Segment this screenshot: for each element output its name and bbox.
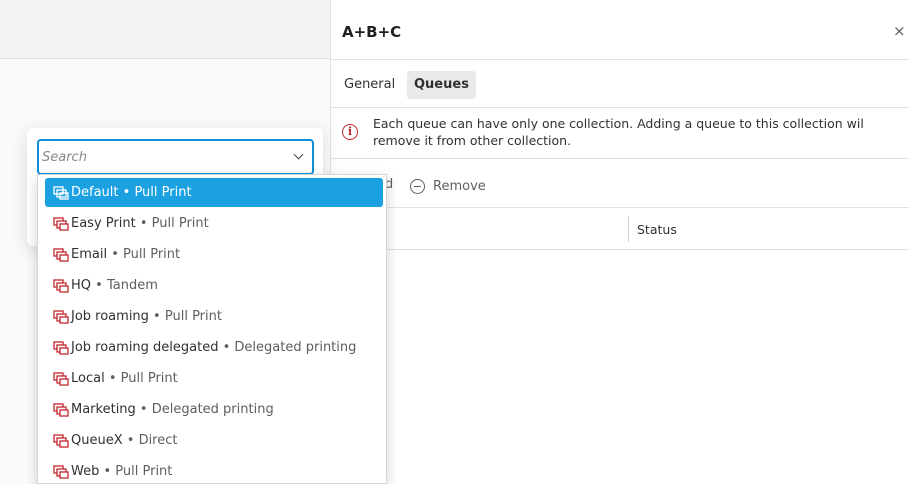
queue-option[interactable]: Local • Pull Print	[45, 364, 383, 393]
notice-text: Each queue can have only one collection.…	[373, 115, 909, 149]
minus-circle-icon	[410, 178, 425, 194]
search-input[interactable]	[42, 145, 282, 169]
column-header-status[interactable]: Status	[637, 222, 677, 237]
queue-separator: •	[104, 371, 121, 386]
queue-type: Pull Print	[151, 216, 209, 231]
queue-name: HQ	[71, 278, 92, 293]
queue-name: Job roaming delegated	[71, 340, 219, 355]
queue-option[interactable]: Job roaming • Pull Print	[45, 302, 383, 331]
queue-option[interactable]: QueueX • Direct	[45, 426, 383, 455]
queue-icon	[53, 402, 69, 417]
close-icon[interactable]: ×	[893, 22, 906, 40]
queue-icon	[53, 371, 69, 386]
queue-type: Pull Print	[164, 309, 222, 324]
queue-icon	[53, 433, 69, 448]
queue-separator: •	[122, 433, 139, 448]
queue-separator: •	[135, 216, 152, 231]
queue-name: QueueX	[71, 433, 123, 448]
queue-option[interactable]: Easy Print • Pull Print	[45, 209, 383, 238]
notice-line-2: remove it from other collection.	[373, 133, 572, 148]
queue-name: Email	[71, 247, 108, 262]
queue-name: Default	[71, 185, 119, 200]
panel-title: A+B+C	[342, 23, 402, 41]
queue-option[interactable]: Marketing • Delegated printing	[45, 395, 383, 424]
queue-type: Pull Print	[134, 185, 192, 200]
remove-button[interactable]: Remove	[410, 176, 486, 196]
queue-type: Pull Print	[115, 464, 173, 479]
queue-type: Pull Print	[120, 371, 178, 386]
queue-name: Job roaming	[71, 309, 149, 324]
queue-name: Local	[71, 371, 105, 386]
toolbar-divider	[331, 207, 909, 208]
queue-name: Marketing	[71, 402, 136, 417]
queue-option[interactable]: Web • Pull Print	[45, 457, 383, 484]
queue-separator: •	[148, 309, 165, 324]
queue-type: Pull Print	[123, 247, 181, 262]
queue-name: Easy Print	[71, 216, 136, 231]
search-combobox[interactable]	[37, 139, 314, 175]
queue-option[interactable]: Default • Pull Print	[45, 178, 383, 207]
queue-type: Tandem	[106, 278, 158, 293]
queue-separator: •	[118, 185, 135, 200]
queue-option[interactable]: HQ • Tandem	[45, 271, 383, 300]
queue-dropdown-list: Default • Pull Print Easy Print • Pull Pr…	[37, 174, 387, 484]
queue-separator: •	[135, 402, 152, 417]
left-pane-header	[0, 0, 331, 59]
queue-type: Delegated printing	[151, 402, 274, 417]
queue-option[interactable]: Email • Pull Print	[45, 240, 383, 269]
remove-label: Remove	[433, 178, 486, 194]
queue-separator: •	[99, 464, 116, 479]
queue-separator: •	[218, 340, 235, 355]
queue-icon	[53, 309, 69, 324]
queue-option[interactable]: Job roaming delegated • Delegated printi…	[45, 333, 383, 362]
queue-icon	[53, 247, 69, 262]
chevron-down-icon[interactable]	[293, 149, 304, 160]
tab-general[interactable]: General	[337, 71, 402, 99]
queue-type: Direct	[138, 433, 178, 448]
app-window: A+B+C × General Queues i Each queue can …	[0, 0, 909, 484]
column-divider[interactable]	[628, 216, 629, 242]
queue-icon	[53, 278, 69, 293]
queue-icon	[53, 185, 69, 200]
queue-icon	[53, 340, 69, 355]
header-divider	[331, 59, 909, 60]
queue-name: Web	[71, 464, 100, 479]
queue-separator: •	[91, 278, 107, 293]
tab-queues[interactable]: Queues	[407, 71, 476, 99]
table-header-divider	[331, 249, 909, 250]
queue-type: Delegated printing	[234, 340, 357, 355]
info-icon: i	[342, 124, 358, 140]
notice-line-1: Each queue can have only one collection.…	[373, 116, 864, 131]
queue-separator: •	[107, 247, 124, 262]
queue-icon	[53, 464, 69, 479]
queue-icon	[53, 216, 69, 231]
